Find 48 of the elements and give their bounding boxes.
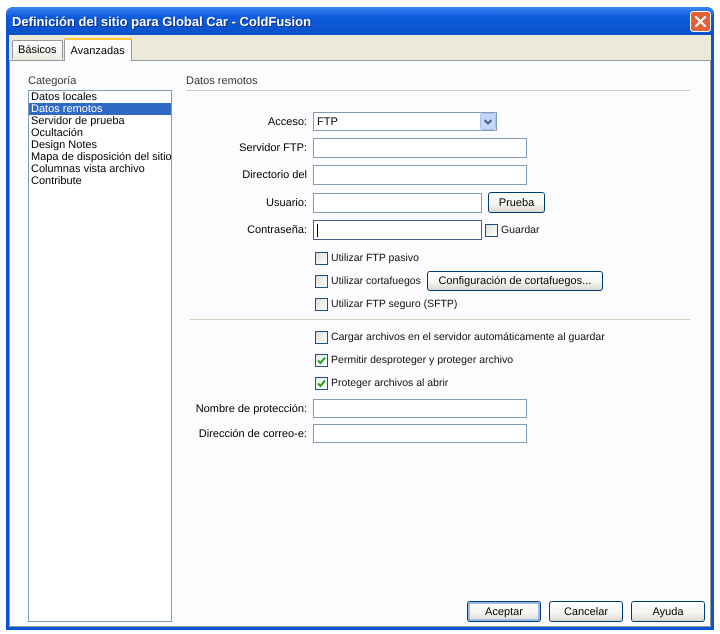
field-label: Dirección de correo-e: <box>198 428 307 440</box>
category-item[interactable]: Datos remotos <box>29 103 171 115</box>
checkbox[interactable] <box>315 354 328 366</box>
tab[interactable]: Básicos <box>12 40 63 59</box>
field-label: Servidor FTP: <box>238 142 307 154</box>
category-item[interactable]: Servidor de prueba <box>29 115 171 127</box>
checkbox[interactable] <box>315 274 328 288</box>
dialog-button[interactable]: Aceptar <box>467 601 541 622</box>
text-field[interactable] <box>313 424 527 443</box>
category-item[interactable]: Design Notes <box>29 139 171 151</box>
checkbox-label[interactable]: Cargar archivos en el servidor automáticamente al guardar <box>331 331 605 343</box>
text-field[interactable] <box>313 220 482 240</box>
checkbox-label[interactable]: Proteger archivos al abrir <box>331 377 448 389</box>
field-label: Directorio del <box>241 169 307 181</box>
category-item[interactable]: Mapa de disposición del sitio <box>29 151 171 163</box>
category-item[interactable]: Datos locales <box>29 91 171 103</box>
test-button[interactable]: Prueba <box>488 192 545 213</box>
checkbox[interactable] <box>485 224 498 236</box>
field-label: Acceso: <box>266 116 307 128</box>
checkbox[interactable] <box>315 252 328 264</box>
dialog-button[interactable]: Ayuda <box>631 601 705 622</box>
checkbox-label[interactable]: Utilizar cortafuegos <box>331 275 421 287</box>
field-label: Nombre de protección: <box>194 402 307 414</box>
window-title: Definición del sitio para Global Car - ColdFusion <box>12 14 312 28</box>
access-select[interactable]: FTP <box>313 112 497 131</box>
text-field[interactable] <box>313 399 527 418</box>
checkbox-label[interactable]: Permitir desproteger y proteger archivo <box>331 354 514 366</box>
field-label: Contraseña: <box>246 224 307 236</box>
category-heading: Categoría <box>28 74 78 88</box>
category-item[interactable]: Contribute <box>29 175 171 187</box>
checkbox-label[interactable]: Utilizar FTP pasivo <box>331 252 419 264</box>
checkbox[interactable] <box>315 298 328 310</box>
category-item[interactable]: Columnas vista archivo <box>29 163 171 175</box>
category-item[interactable]: Ocultación <box>29 127 171 139</box>
dialog-button[interactable]: Cancelar <box>549 601 623 622</box>
text-field[interactable] <box>313 192 482 212</box>
text-cursor-icon <box>317 224 318 236</box>
checkbox-label[interactable]: Guardar <box>501 224 540 236</box>
tab[interactable]: Avanzadas <box>64 38 132 61</box>
section-heading: Datos remotos <box>186 74 259 88</box>
checkbox[interactable] <box>315 376 328 390</box>
close-icon[interactable] <box>690 10 711 32</box>
checkbox[interactable] <box>315 330 328 344</box>
field-label: Usuario: <box>265 196 307 208</box>
checkbox-label[interactable]: Utilizar FTP seguro (SFTP) <box>331 298 458 310</box>
text-field[interactable] <box>313 138 527 158</box>
firewall-settings-button[interactable]: Configuración de cortafuegos... <box>426 271 603 291</box>
text-field[interactable] <box>313 165 527 185</box>
